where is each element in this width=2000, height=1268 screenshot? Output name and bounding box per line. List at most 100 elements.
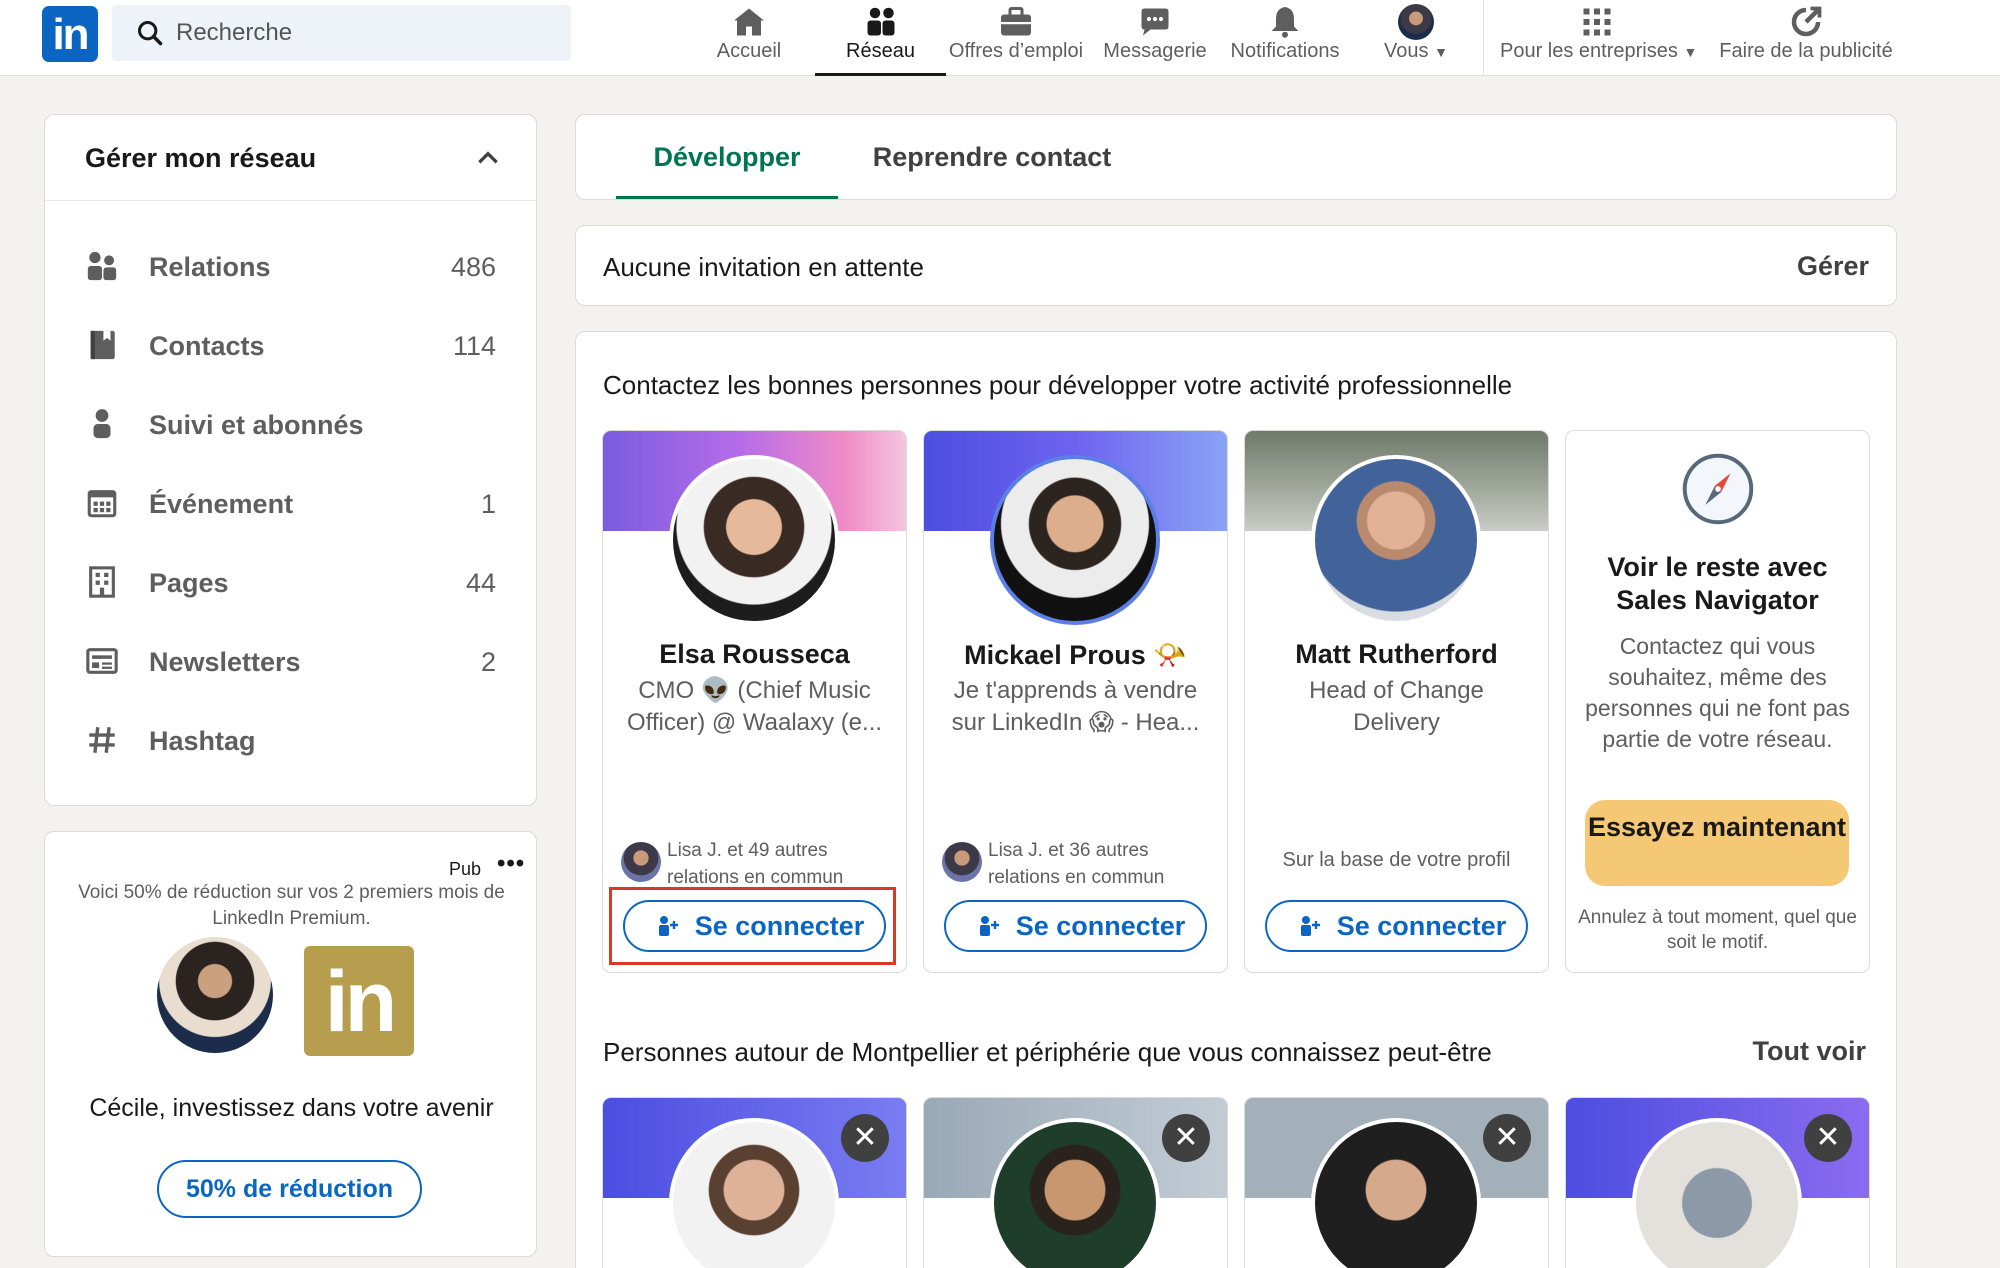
linkedin-logo[interactable]: in: [42, 6, 98, 62]
home-icon: [734, 8, 764, 36]
profile-photo: [669, 455, 839, 625]
nearby-heading: Personnes autour de Montpellier et périp…: [603, 1037, 1492, 1067]
connect-label: Se connecter: [1336, 911, 1507, 941]
nav-home[interactable]: Accueil: [696, 0, 802, 76]
sidebar-item-hashtag[interactable]: Hashtag: [45, 703, 536, 781]
sales-navigator-title: Voir le reste avec Sales Navigator: [1607, 552, 1828, 615]
nav-notifications[interactable]: Notifications: [1222, 0, 1348, 76]
search-icon: [137, 20, 163, 46]
person-card[interactable]: Matt Rutherford Head of Change Delivery …: [1244, 430, 1549, 973]
ad-icon: [1791, 6, 1822, 37]
dismiss-button[interactable]: ✕: [1804, 1114, 1852, 1162]
nav-advertise[interactable]: Faire de la publicité: [1712, 0, 1900, 76]
nav-network[interactable]: Réseau: [815, 0, 946, 76]
connect-button[interactable]: Se connecter: [1265, 900, 1528, 952]
sidebar-item-relations[interactable]: Relations 486: [45, 229, 536, 307]
building-icon: [89, 566, 115, 598]
avatar: [1398, 4, 1434, 40]
invitations-card: Aucune invitation en attente Gérer: [575, 225, 1897, 306]
sidebar-item-count: 44: [465, 568, 496, 598]
sidebar-item-label: Événement: [149, 489, 294, 519]
premium-ad-card: Pub ••• Voici 50% de réduction sur vos 2…: [44, 831, 537, 1257]
nav-notifications-label: Notifications: [1230, 40, 1340, 62]
add-person-icon: [980, 916, 999, 936]
newsletter-icon: [86, 648, 118, 674]
network-icon: [867, 7, 894, 36]
discount-button[interactable]: 50% de réduction: [157, 1160, 422, 1218]
suggestion-basis: Sur la base de votre profil: [1282, 849, 1511, 871]
add-person-icon: [1301, 916, 1320, 936]
person-headline: Je t'apprends à vendre sur LinkedIn 😱 - …: [951, 677, 1200, 736]
sidebar-item-events[interactable]: Événement 1: [45, 466, 536, 544]
person-name[interactable]: Mickael Prous 📯: [934, 639, 1217, 671]
cancel-anytime-note: Annulez à tout moment, quel que soit le …: [1578, 907, 1857, 953]
sidebar-item-count: 486: [450, 252, 496, 282]
manage-network-header[interactable]: Gérer mon réseau: [45, 115, 536, 201]
nearby-person-card[interactable]: ✕: [1244, 1097, 1549, 1268]
sidebar-item-pages[interactable]: Pages 44: [45, 545, 536, 623]
nav-messaging[interactable]: Messagerie: [1092, 0, 1218, 76]
contact-book-icon: [90, 330, 115, 360]
nav-me[interactable]: Vous ▼: [1368, 0, 1464, 76]
profile-photo: [1311, 455, 1481, 625]
manage-invitations-link[interactable]: Gérer: [1797, 251, 1869, 282]
sidebar-item-label: Hashtag: [149, 726, 256, 756]
dismiss-button[interactable]: ✕: [841, 1114, 889, 1162]
nav-messaging-label: Messagerie: [1103, 40, 1207, 62]
mutual-connection-avatar: [621, 842, 661, 882]
hashtag-icon: [89, 727, 115, 753]
nav-for-business[interactable]: Pour les entreprises ▼: [1500, 0, 1698, 76]
ad-description: Voici 50% de réduction sur vos 2 premier…: [78, 882, 505, 929]
chevron-up-icon[interactable]: [475, 145, 501, 171]
manage-network-title: Gérer mon réseau: [85, 143, 317, 173]
chevron-down-icon: ▼: [1683, 44, 1698, 60]
person-name[interactable]: Elsa Rousseca: [613, 639, 896, 670]
nav-me-label: Vous: [1384, 40, 1429, 62]
user-avatar: [157, 937, 273, 1053]
more-options-icon[interactable]: •••: [497, 850, 525, 878]
sidebar-item-newsletters[interactable]: Newsletters 2: [45, 624, 536, 702]
nav-jobs[interactable]: Offres d’emploi: [944, 0, 1088, 76]
see-all-link[interactable]: Tout voir: [1753, 1036, 1866, 1067]
dismiss-button[interactable]: ✕: [1162, 1114, 1210, 1162]
network-tabs: Développer Reprendre contact: [575, 114, 1897, 200]
person-card[interactable]: Mickael Prous 📯 Je t'apprends à vendre s…: [923, 430, 1228, 973]
sidebar-item-label: Relations: [149, 252, 271, 282]
sidebar-item-label: Contacts: [149, 331, 265, 361]
ad-pitch: Cécile, investissez dans votre avenir: [89, 1094, 494, 1122]
connect-label: Se connecter: [1015, 911, 1186, 941]
calendar-icon: [87, 490, 117, 518]
people-icon: [87, 251, 117, 281]
sidebar-item-count: 1: [480, 489, 496, 519]
mutual-connection-avatar: [942, 842, 982, 882]
tab-develop[interactable]: Développer: [616, 115, 838, 199]
chevron-down-icon: ▼: [1434, 44, 1448, 60]
chat-icon: [1141, 8, 1169, 36]
nearby-person-card[interactable]: ✕: [923, 1097, 1228, 1268]
mutual-connections: Lisa J. et 49 autres relations en commun: [667, 840, 844, 888]
nav-home-label: Accueil: [716, 40, 782, 62]
search-bar[interactable]: [112, 5, 571, 61]
nearby-person-card[interactable]: ✕: [602, 1097, 907, 1268]
sidebar-item-label: Pages: [149, 568, 229, 598]
sidebar-item-label: Newsletters: [149, 647, 301, 677]
highlight-box: [609, 887, 896, 965]
person-name[interactable]: Matt Rutherford: [1255, 639, 1538, 670]
sidebar-item-label: Suivi et abonnés: [149, 410, 364, 440]
dismiss-button[interactable]: ✕: [1483, 1114, 1531, 1162]
nav-network-label: Réseau: [846, 40, 915, 62]
sidebar-item-contacts[interactable]: Contacts 114: [45, 308, 536, 386]
search-input[interactable]: [176, 15, 556, 51]
suggestions-heading: Contactez les bonnes personnes pour déve…: [603, 370, 1513, 400]
nav-jobs-label: Offres d’emploi: [948, 40, 1084, 62]
connect-button[interactable]: Se connecter: [944, 900, 1207, 952]
sidebar-item-following[interactable]: Suivi et abonnés: [45, 387, 536, 465]
person-headline: Head of Change Delivery: [1309, 677, 1484, 736]
ad-label: Pub: [449, 859, 482, 879]
nearby-person-card[interactable]: ✕: [1565, 1097, 1870, 1268]
manage-network-card: Gérer mon réseau Relations 486 Contacts …: [44, 114, 537, 806]
try-now-button[interactable]: Essayez maintenant: [1585, 800, 1849, 886]
sidebar-item-count: 2: [480, 647, 496, 677]
compass-icon: [1682, 453, 1754, 525]
tab-reconnect[interactable]: Reprendre contact: [866, 115, 1118, 199]
